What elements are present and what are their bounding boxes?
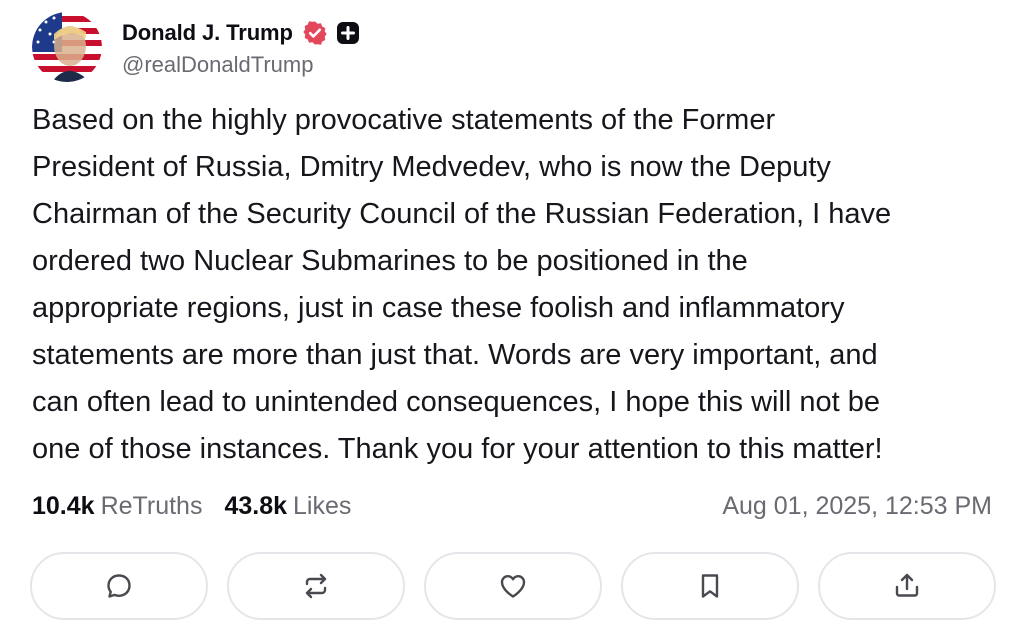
likes-stat[interactable]: 43.8k Likes xyxy=(224,492,351,521)
retruths-stat[interactable]: 10.4k ReTruths xyxy=(32,492,202,521)
like-icon xyxy=(500,575,526,598)
post-line: statements are more than just that. Word… xyxy=(32,339,878,371)
retruths-label: ReTruths xyxy=(100,491,203,520)
share-icon xyxy=(895,573,919,597)
post-stats: 10.4k ReTruths 43.8k Likes Aug 01, 2025,… xyxy=(32,487,992,525)
avatar[interactable] xyxy=(32,12,102,82)
post-header: Donald J. Trump @realDonaldTrump xyxy=(32,12,360,82)
post-line: President of Russia, Dmitry Medvedev, wh… xyxy=(32,151,831,183)
truth-post: Donald J. Trump @realDonaldTrump Based o… xyxy=(0,0,1024,633)
bookmark-button[interactable] xyxy=(621,552,799,620)
post-line: one of those instances. Thank you for yo… xyxy=(32,433,883,465)
name-row: Donald J. Trump xyxy=(122,16,360,50)
post-timestamp[interactable]: Aug 01, 2025, 12:53 PM xyxy=(722,492,992,521)
verified-badge-icon xyxy=(302,20,328,46)
author-identity: Donald J. Trump @realDonaldTrump xyxy=(122,16,360,78)
action-bar xyxy=(30,552,996,622)
plus-badge-icon xyxy=(336,21,360,45)
likes-label: Likes xyxy=(293,491,352,520)
display-name[interactable]: Donald J. Trump xyxy=(122,20,293,46)
likes-count: 43.8k xyxy=(224,491,288,520)
flag-portrait-avatar-icon xyxy=(32,12,102,82)
post-line: Based on the highly provocative statemen… xyxy=(32,104,776,136)
share-button[interactable] xyxy=(818,552,996,620)
post-line: Chairman of the Security Council of the … xyxy=(32,198,892,230)
post-body: Based on the highly provocative statemen… xyxy=(32,97,992,473)
post-line: appropriate regions, just in case these … xyxy=(32,292,845,324)
reply-icon xyxy=(107,574,131,598)
reply-button[interactable] xyxy=(30,552,208,620)
post-line: can often lead to unintended consequence… xyxy=(32,386,881,418)
bookmark-icon xyxy=(701,574,719,598)
retruth-icon xyxy=(305,573,327,599)
retruths-count: 10.4k xyxy=(32,491,95,520)
retruth-button[interactable] xyxy=(227,552,405,620)
post-line: ordered two Nuclear Submarines to be pos… xyxy=(32,245,748,277)
like-button[interactable] xyxy=(424,552,602,620)
author-handle[interactable]: @realDonaldTrump xyxy=(122,52,360,78)
